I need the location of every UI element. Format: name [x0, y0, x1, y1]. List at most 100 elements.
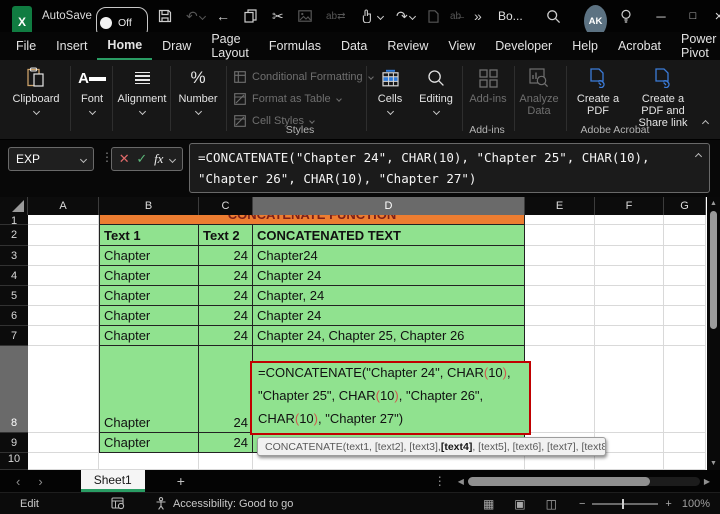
alignment-group-button[interactable]: Alignment	[116, 65, 168, 116]
col-header-C[interactable]: C	[199, 197, 253, 215]
font-group-button[interactable]: A Font	[76, 65, 108, 116]
editing-group-button[interactable]: Editing	[414, 65, 458, 116]
accessibility-status[interactable]: Accessibility: Good to go	[155, 497, 293, 510]
cell-C7[interactable]: 24	[199, 326, 253, 346]
row-7[interactable]: 7 Chapter 24 Chapter 24, Chapter 25, Cha…	[0, 326, 720, 346]
zoom-slider[interactable]	[592, 498, 659, 509]
cell-D7[interactable]: Chapter 24, Chapter 25, Chapter 26	[253, 326, 525, 346]
cells-group-button[interactable]: Cells	[370, 65, 410, 116]
number-group-button[interactable]: % Number	[174, 65, 222, 116]
tab-help[interactable]: Help	[562, 32, 608, 60]
col-header-B[interactable]: B	[99, 197, 199, 215]
cell-D3[interactable]: Chapter24	[253, 246, 525, 266]
save-icon[interactable]	[158, 0, 172, 32]
hscroll-right-icon[interactable]: ▶	[704, 477, 710, 486]
banner-cell[interactable]: CONCATENATE FUNCTION	[99, 215, 525, 225]
row-header-10[interactable]: 10	[0, 453, 28, 470]
copy-icon[interactable]	[244, 0, 257, 32]
page-layout-view-icon[interactable]: ▣	[514, 497, 525, 511]
cell-C8[interactable]: 24	[199, 346, 253, 433]
row-header-2[interactable]: 2	[0, 225, 28, 246]
cell-B6[interactable]: Chapter	[99, 306, 199, 326]
cell-D5[interactable]: Chapter, 24	[253, 286, 525, 306]
in-cell-formula-editor[interactable]: =CONCATENATE("Chapter 24", CHAR(10), "Ch…	[250, 361, 531, 435]
cell-B8[interactable]: Chapter	[99, 346, 199, 433]
col-header-F[interactable]: F	[595, 197, 664, 215]
formula-input[interactable]: =CONCATENATE("Chapter 24", CHAR(10), "Ch…	[189, 143, 710, 193]
cell-B3[interactable]: Chapter	[99, 246, 199, 266]
collapse-ribbon-icon[interactable]	[701, 113, 710, 131]
row-header-1[interactable]: 1	[0, 215, 28, 225]
cell-D6[interactable]: Chapter 24	[253, 306, 525, 326]
col-header-E[interactable]: E	[525, 197, 595, 215]
cell-C9[interactable]: 24	[199, 433, 253, 453]
tab-developer[interactable]: Developer	[485, 32, 562, 60]
row-3[interactable]: 3 Chapter 24 Chapter24	[0, 246, 720, 266]
row-header-8[interactable]: 8	[0, 346, 28, 433]
confirm-entry-button[interactable]: ✓	[136, 151, 147, 167]
create-pdf-button[interactable]: Create a PDF	[572, 65, 624, 117]
next-sheet-icon[interactable]: ›	[38, 474, 42, 489]
tab-review[interactable]: Review	[377, 32, 438, 60]
redo-chevron-icon[interactable]	[408, 0, 417, 32]
touch-mode-icon[interactable]	[360, 0, 372, 32]
name-box[interactable]: EXP	[8, 147, 94, 171]
close-button[interactable]: ×	[702, 0, 720, 32]
hscroll-left-icon[interactable]: ◀	[458, 477, 464, 486]
tab-formulas[interactable]: Formulas	[259, 32, 331, 60]
redo-icon[interactable]: ↷	[396, 0, 408, 32]
horizontal-scrollbar[interactable]	[467, 476, 700, 486]
page-break-view-icon[interactable]: ◫	[546, 497, 557, 511]
cut-icon[interactable]: ✂	[272, 0, 284, 32]
row-5[interactable]: 5 Chapter 24 Chapter, 24	[0, 286, 720, 306]
zoom-out-icon[interactable]: −	[579, 498, 585, 510]
tab-view[interactable]: View	[438, 32, 485, 60]
clipboard-group-button[interactable]: Clipboard	[10, 65, 62, 116]
create-pdf-share-button[interactable]: Create a PDF and Share link	[630, 65, 696, 129]
name-box-chevron-icon[interactable]	[79, 155, 88, 163]
tab-acrobat[interactable]: Acrobat	[608, 32, 671, 60]
tab-data[interactable]: Data	[331, 32, 377, 60]
insert-function-button[interactable]: fx	[154, 151, 163, 167]
cell-B4[interactable]: Chapter	[99, 266, 199, 286]
row-header-9[interactable]: 9	[0, 433, 28, 453]
back-arrow-icon[interactable]: ←	[216, 0, 230, 32]
sheetbar-options-icon[interactable]: ⋮	[434, 474, 446, 488]
scroll-up-icon[interactable]: ▲	[707, 197, 720, 210]
minimize-button[interactable]: ─	[644, 0, 678, 32]
macro-record-icon[interactable]	[111, 497, 125, 510]
prev-sheet-icon[interactable]: ‹	[16, 474, 20, 489]
tab-insert[interactable]: Insert	[46, 32, 97, 60]
col-header-A[interactable]: A	[28, 197, 99, 215]
cell-D4[interactable]: Chapter 24	[253, 266, 525, 286]
cancel-entry-button[interactable]: ✕	[119, 151, 130, 167]
cell-D2[interactable]: CONCATENATED TEXT	[253, 225, 525, 246]
select-all-corner[interactable]	[0, 197, 28, 215]
normal-view-icon[interactable]: ▦	[483, 497, 494, 511]
cell-B2[interactable]: Text 1	[99, 225, 199, 246]
row-1[interactable]: 1 CONCATENATE FUNCTION	[0, 215, 720, 225]
row-header-5[interactable]: 5	[0, 286, 28, 306]
cell-C5[interactable]: 24	[199, 286, 253, 306]
fx-chevron-icon[interactable]	[169, 155, 177, 163]
tab-page-layout[interactable]: Page Layout	[201, 32, 259, 60]
hscroll-thumb[interactable]	[467, 476, 650, 486]
vscroll-thumb[interactable]	[710, 211, 717, 329]
scroll-down-icon[interactable]: ▼	[707, 457, 720, 470]
add-sheet-button[interactable]: +	[177, 473, 185, 489]
tab-draw[interactable]: Draw	[152, 32, 201, 60]
tab-power-pivot[interactable]: Power Pivot	[671, 32, 720, 60]
row-header-7[interactable]: 7	[0, 326, 28, 346]
row-4[interactable]: 4 Chapter 24 Chapter 24	[0, 266, 720, 286]
row-header-3[interactable]: 3	[0, 246, 28, 266]
col-header-D[interactable]: D	[253, 197, 525, 215]
cell-C4[interactable]: 24	[199, 266, 253, 286]
row-header-6[interactable]: 6	[0, 306, 28, 326]
cell-C6[interactable]: 24	[199, 306, 253, 326]
zoom-slider-thumb[interactable]	[622, 498, 625, 509]
cell-B5[interactable]: Chapter	[99, 286, 199, 306]
cell-C2[interactable]: Text 2	[199, 225, 253, 246]
col-header-G[interactable]: G	[664, 197, 706, 215]
touch-mode-chevron-icon[interactable]	[376, 0, 385, 32]
row-header-4[interactable]: 4	[0, 266, 28, 286]
